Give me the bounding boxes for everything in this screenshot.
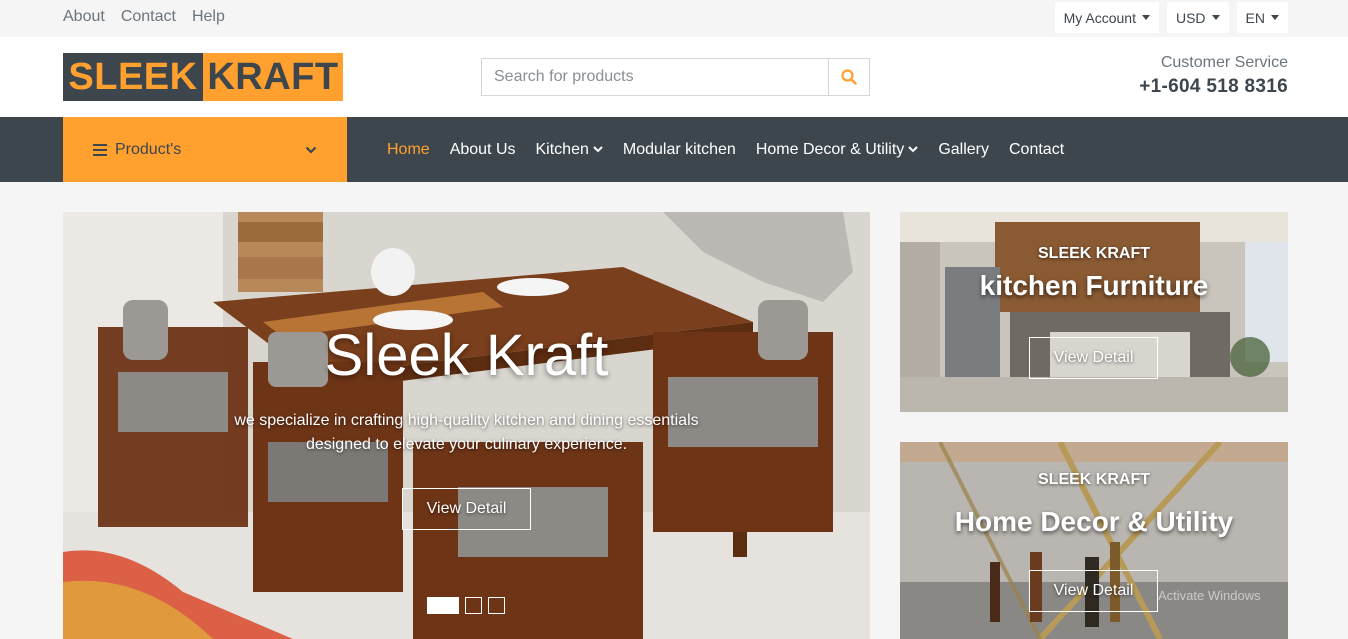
search-icon <box>841 69 857 85</box>
main-nav: Product's Home About Us Kitchen Modular … <box>0 117 1348 182</box>
nav-contact[interactable]: Contact <box>1009 141 1064 159</box>
top-link-help[interactable]: Help <box>192 8 225 26</box>
chevron-down-icon <box>593 146 603 153</box>
hero-description-line-2: designed to elevate your culinary experi… <box>305 436 628 453</box>
my-account-dropdown[interactable]: My Account <box>1054 2 1159 33</box>
windows-activation-watermark: Activate Windows <box>1158 588 1261 603</box>
top-link-about[interactable]: About <box>63 8 105 26</box>
nav-home-label: Home <box>387 140 430 158</box>
search-button[interactable] <box>828 59 869 95</box>
chevron-down-icon <box>908 146 919 153</box>
nav-home-decor-label: Home Decor & Utility <box>755 140 905 158</box>
top-links: About Contact Help <box>63 8 225 26</box>
category-label: Product's <box>115 140 182 158</box>
chevron-down-icon <box>305 146 317 154</box>
top-dropdowns: My Account USD EN <box>1054 2 1288 33</box>
nav-gallery[interactable]: Gallery <box>938 141 989 159</box>
caret-down-icon <box>1211 15 1220 20</box>
nav-home-decor[interactable]: Home Decor & Utility <box>755 140 919 159</box>
logo-part-2: KRAFT <box>203 53 343 101</box>
offer-2-view-detail-button[interactable]: View Detail <box>1029 570 1158 612</box>
carousel-indicator-2[interactable] <box>465 597 482 614</box>
offer-1-brand: SLEEK KRAFT <box>1038 245 1150 262</box>
carousel-indicator-1[interactable] <box>427 597 459 614</box>
top-bar: About Contact Help My Account USD EN <box>0 0 1348 37</box>
hero-title: Sleek Kraft <box>324 323 609 388</box>
nav-kitchen-label: Kitchen <box>535 140 589 158</box>
offer-2-brand: SLEEK KRAFT <box>1038 471 1150 488</box>
offer-2-title: Home Decor & Utility <box>954 506 1234 537</box>
customer-service: Customer Service +1-604 518 8316 <box>1139 54 1288 98</box>
logo-part-1: SLEEK <box>63 53 203 101</box>
offer-kitchen-furniture[interactable]: SLEEK KRAFT kitchen Furniture View Detai… <box>900 212 1288 412</box>
nav-modular-kitchen-label: Modular kitchen <box>622 140 736 158</box>
offer-home-decor-utility[interactable]: SLEEK KRAFT Home Decor & Utility View De… <box>900 442 1288 639</box>
currency-dropdown[interactable]: USD <box>1166 2 1229 33</box>
phone-number: +1-604 518 8316 <box>1139 76 1288 97</box>
language-dropdown[interactable]: EN <box>1236 2 1288 33</box>
nav-contact-label: Contact <box>1009 140 1065 158</box>
search-bar <box>481 58 870 96</box>
currency-label: USD <box>1175 9 1206 26</box>
nav-modular-kitchen[interactable]: Modular kitchen <box>623 141 736 159</box>
hero-description: we specialize in crafting high-quality k… <box>63 409 870 457</box>
carousel-indicator-3[interactable] <box>488 597 505 614</box>
customer-service-label: Customer Service <box>1160 54 1288 71</box>
offer-1-view-detail-button[interactable]: View Detail <box>1029 337 1158 379</box>
hero-description-line-1: we specialize in crafting high-quality k… <box>234 412 699 429</box>
language-label: EN <box>1245 9 1265 26</box>
hero-caption: Sleek Kraft we specialize in crafting hi… <box>63 212 870 639</box>
search-input[interactable] <box>482 59 828 95</box>
product-category-toggle[interactable]: Product's <box>63 117 347 182</box>
nav-gallery-label: Gallery <box>938 140 989 158</box>
carousel-indicators <box>427 597 505 614</box>
logo[interactable]: SLEEK KRAFT <box>63 53 343 101</box>
nav-links: Home About Us Kitchen Modular kitchen Ho… <box>387 117 1064 182</box>
nav-about-us[interactable]: About Us <box>450 141 516 159</box>
menu-icon <box>93 143 107 156</box>
kitchen-image <box>900 212 1288 412</box>
nav-home[interactable]: Home <box>387 141 430 159</box>
hero-view-detail-button[interactable]: View Detail <box>402 488 531 530</box>
nav-about-us-label: About Us <box>449 140 516 158</box>
nav-kitchen[interactable]: Kitchen <box>536 141 603 159</box>
top-link-contact[interactable]: Contact <box>121 8 176 26</box>
caret-down-icon <box>1271 15 1279 20</box>
offer-1-title: kitchen Furniture <box>979 270 1209 301</box>
hero-carousel[interactable]: Sleek Kraft we specialize in crafting hi… <box>63 212 870 639</box>
header: SLEEK KRAFT Customer Service +1-604 518 … <box>0 37 1348 117</box>
caret-down-icon <box>1141 15 1150 20</box>
my-account-label: My Account <box>1063 9 1136 26</box>
